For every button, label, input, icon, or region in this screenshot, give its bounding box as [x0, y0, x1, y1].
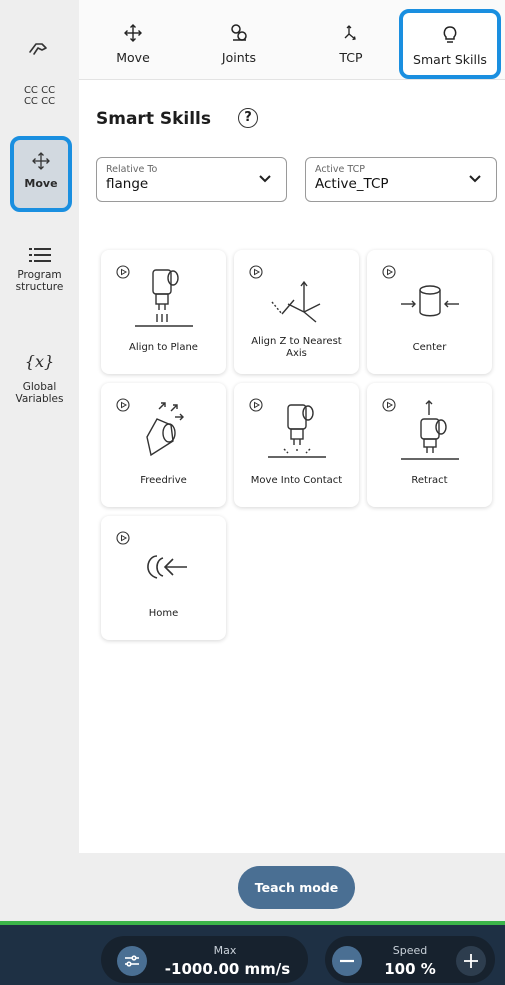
- active-tcp-dropdown[interactable]: Active TCP Active_TCP: [305, 157, 497, 202]
- skill-card-freedrive[interactable]: Freedrive: [101, 383, 226, 507]
- tcp-icon: [344, 25, 356, 41]
- skill-card-align-to-plane[interactable]: Align to Plane: [101, 250, 226, 374]
- skill-label: Align Z to Nearest Axis: [251, 336, 342, 359]
- move-arrows-icon: [124, 24, 142, 42]
- play-icon: [382, 398, 396, 412]
- skill-label: Freedrive: [140, 475, 187, 486]
- skill-label: Center: [412, 342, 447, 353]
- skill-card-center[interactable]: Center: [367, 250, 492, 374]
- tab-label: Smart Skills: [413, 52, 487, 67]
- skill-card-retract[interactable]: Retract: [367, 383, 492, 507]
- chevron-down-icon: [469, 175, 481, 183]
- move-into-contact-icon: [268, 404, 326, 458]
- tab-joints[interactable]: Joints: [197, 0, 281, 80]
- tab-label: Joints: [221, 50, 257, 65]
- help-icon[interactable]: ?: [238, 108, 258, 128]
- center-icon: [401, 285, 459, 317]
- skill-card-move-into-contact[interactable]: Move Into Contact: [234, 383, 359, 507]
- play-icon: [249, 265, 263, 279]
- sidebar-item-label: Move: [24, 177, 58, 190]
- robot-arm-logo-icon[interactable]: [28, 38, 50, 58]
- sidebar-item-label: Global: [22, 381, 57, 393]
- sliders-icon: [125, 955, 139, 967]
- max-speed-label: Max: [213, 944, 237, 957]
- skill-label: Retract: [411, 475, 448, 486]
- left-rail: CC CC CC CC Move Program structure {x} G…: [0, 0, 79, 925]
- teach-mode-button[interactable]: Teach mode: [238, 866, 355, 909]
- variables-icon: {x}: [24, 352, 55, 371]
- plus-icon: [464, 954, 478, 968]
- tab-smart-skills[interactable]: Smart Skills: [399, 9, 501, 79]
- robot-name: CC CC CC CC: [23, 85, 56, 107]
- lightbulb-icon: [443, 26, 457, 43]
- sidebar-item-global-variables[interactable]: {x} Global Variables: [0, 352, 79, 405]
- sidebar-item-label: Program: [17, 269, 62, 281]
- relative-to-dropdown[interactable]: Relative To flange: [96, 157, 287, 202]
- speed-increase-button[interactable]: [456, 946, 486, 976]
- chevron-down-icon: [259, 175, 271, 183]
- move-arrows-icon: [32, 152, 50, 170]
- freedrive-icon: [146, 402, 184, 457]
- tab-label: TCP: [339, 50, 363, 65]
- list-icon: [28, 248, 51, 262]
- home-icon: [147, 555, 187, 579]
- page-title: Smart Skills: [96, 109, 212, 129]
- sidebar-item-move[interactable]: Move: [10, 136, 72, 212]
- tab-label: Move: [116, 50, 150, 65]
- top-tab-bar: Move Joints TCP Smart Skills: [79, 0, 505, 80]
- sidebar-item-label: Variables: [15, 393, 64, 405]
- sidebar-item-label: structure: [15, 281, 64, 293]
- skill-card-align-z-axis[interactable]: Align Z to Nearest Axis: [234, 250, 359, 374]
- minus-icon: [340, 959, 354, 963]
- play-icon: [116, 398, 130, 412]
- align-z-axis-icon: [271, 280, 321, 323]
- speed-value: 100 %: [384, 960, 436, 978]
- play-icon: [116, 265, 130, 279]
- align-to-plane-icon: [135, 269, 193, 327]
- joints-icon: [231, 24, 247, 41]
- tab-move[interactable]: Move: [91, 0, 175, 80]
- play-icon: [382, 265, 396, 279]
- skill-card-home[interactable]: Home: [101, 516, 226, 640]
- retract-icon: [401, 400, 459, 460]
- skill-label: Align to Plane: [129, 342, 198, 353]
- play-icon: [116, 531, 130, 545]
- play-icon: [249, 398, 263, 412]
- tab-tcp[interactable]: TCP: [309, 0, 393, 80]
- speed-decrease-button[interactable]: [332, 946, 362, 976]
- max-speed-value: -1000.00 mm/s: [164, 960, 291, 978]
- speed-label: Speed: [392, 944, 428, 957]
- sidebar-item-program-structure[interactable]: Program structure: [0, 247, 79, 293]
- speed-limit-settings-button[interactable]: [117, 946, 147, 976]
- skill-label: Move Into Contact: [250, 475, 343, 486]
- skill-label: Home: [148, 608, 179, 619]
